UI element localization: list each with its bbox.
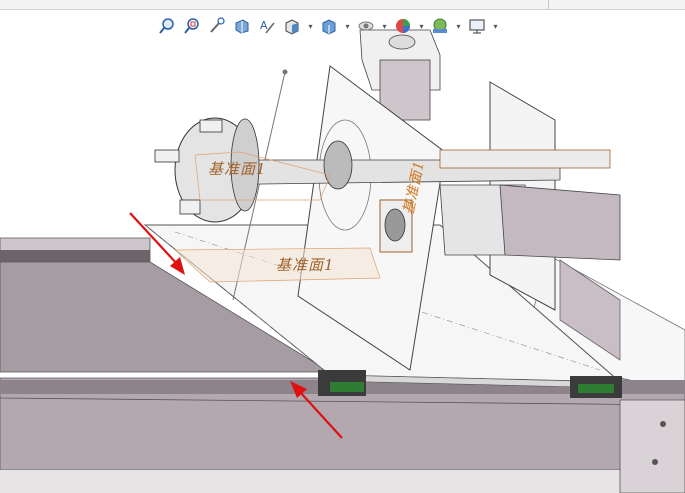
view-settings-dropdown[interactable]: ▾ [491,15,500,37]
previous-view-icon [210,17,225,33]
previous-view-button[interactable] [206,15,228,37]
plane-label-bottom[interactable]: 基准面1 [276,254,335,275]
edit-appearance-dropdown[interactable]: ▾ [417,15,426,37]
section-view-icon [235,19,249,34]
graphics-viewport[interactable]: 基准面1 基准面1 基准面1 A ▾ ▾ ▾ ▾ ▾ ▾ [0,0,685,493]
hide-show-items-button[interactable] [355,15,377,37]
model-scene[interactable] [0,0,685,493]
zoom-to-area-icon [184,18,199,34]
left-beam-rack [0,250,150,262]
view-orientation-button[interactable] [281,15,303,37]
zoom-to-fit-button[interactable] [156,15,178,37]
chuck-jaw [199,119,223,133]
apply-scene-icon [433,18,447,33]
view-orientation-dropdown[interactable]: ▾ [306,15,315,37]
apply-scene-dropdown[interactable]: ▾ [454,15,463,37]
view-settings-icon [469,19,485,34]
plane-outline-right [439,149,611,169]
edit-appearance-icon [396,19,410,33]
floor-strip [0,470,685,493]
display-style-button[interactable] [318,15,340,37]
chuck-jaw [179,199,201,215]
view-orientation-icon [285,19,299,35]
hide-show-items-dropdown[interactable]: ▾ [380,15,389,37]
display-style-icon [322,19,336,35]
svg-text:A: A [260,19,268,32]
apply-scene-button[interactable] [429,15,451,37]
edit-appearance-button[interactable] [392,15,414,37]
carriage-highlight [578,384,614,393]
right-motor [499,184,621,261]
leg-bolt [652,459,658,465]
section-view-button[interactable] [231,15,253,37]
chuck-jaw [154,149,180,163]
view-settings-button[interactable] [466,15,488,37]
gear-wheel [323,140,353,190]
hide-show-items-icon [358,21,374,31]
zoom-to-area-button[interactable] [181,15,203,37]
small-gear [384,208,406,242]
axis-point [282,69,288,75]
heads-up-view-toolbar: A ▾ ▾ ▾ ▾ ▾ ▾ [156,14,500,38]
leg-bolt [660,421,666,427]
right-leg [619,399,685,493]
plane-label-front[interactable]: 基准面1 [208,158,267,179]
dynamic-annotation-button[interactable]: A [256,15,278,37]
display-style-dropdown[interactable]: ▾ [343,15,352,37]
zoom-to-fit-icon [159,18,174,34]
carriage-highlight [330,382,364,392]
dynamic-annotation-icon: A [260,19,275,34]
